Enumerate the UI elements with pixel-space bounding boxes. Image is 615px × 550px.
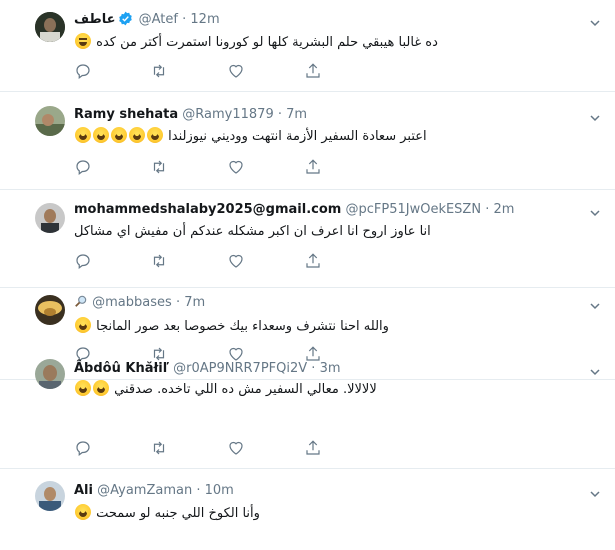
reply-icon[interactable] — [74, 62, 92, 80]
avatar[interactable] — [35, 481, 65, 511]
separator: · — [277, 107, 283, 122]
retweet-icon[interactable] — [150, 62, 168, 80]
tweet-header: عاطف @Atef · 12m — [74, 10, 220, 30]
retweet-icon[interactable] — [150, 439, 168, 457]
user-handle[interactable]: @mabbases — [92, 295, 172, 310]
retweet-icon[interactable] — [150, 158, 168, 176]
reply-icon[interactable] — [74, 158, 92, 176]
tweet[interactable]: عاطف @Atef · 12m ده غالبا هيبقي حلم البش… — [0, 0, 615, 92]
tweet-text: وأنا الكوخ اللي جنبه لو سمحت — [74, 504, 602, 523]
chevron-down-icon[interactable] — [589, 485, 601, 498]
grin-icon — [75, 380, 91, 396]
grin-icon — [93, 127, 109, 143]
user-name[interactable]: Âbdôû Khăłiľ — [74, 361, 169, 376]
tweet-text-content: اعتبر سعادة السفير الأزمة انتهت ووديني ن… — [168, 129, 427, 144]
grin-icon — [129, 127, 145, 143]
tweet-header: @mabbases · 7m — [74, 293, 205, 313]
tweet-header: Ali @AyamZaman · 10m — [74, 481, 234, 501]
chevron-down-icon[interactable] — [589, 109, 601, 122]
timestamp[interactable]: 7m — [184, 295, 205, 310]
joy-icon — [75, 33, 91, 49]
like-icon[interactable] — [227, 252, 245, 270]
reply-icon[interactable] — [74, 252, 92, 270]
tweet-text: اعتبر سعادة السفير الأزمة انتهت ووديني ن… — [74, 127, 602, 146]
timestamp[interactable]: 2m — [494, 202, 515, 217]
grin-icon — [75, 127, 91, 143]
user-name[interactable]: عاطف — [74, 12, 116, 27]
tweet-text: والله احنا نتشرف وسعداء بيك خصوصا بعد صو… — [74, 317, 602, 336]
tweet-text: انا عاوز اروح انا اعرف ان اكبر مشكله عند… — [74, 223, 602, 241]
timestamp[interactable]: 3m — [320, 361, 341, 376]
avatar[interactable] — [35, 295, 65, 325]
verified-badge-icon — [118, 11, 133, 33]
separator: · — [182, 12, 187, 27]
separator: · — [311, 361, 316, 376]
like-icon[interactable] — [227, 158, 245, 176]
retweet-icon[interactable] — [150, 252, 168, 270]
user-handle[interactable]: @AyamZaman — [97, 483, 192, 498]
grin-icon — [111, 127, 127, 143]
timestamp[interactable]: 7m — [286, 107, 307, 122]
separator: · — [175, 295, 181, 310]
tweet-text-content: لالالالا. معالي السفير مش ده اللي تاخده.… — [114, 382, 377, 397]
tweet[interactable]: Âbdôû Khăłiľ @r0AP9NRR7PFQi2V · 3m لالال… — [0, 354, 615, 464]
tweet-text-content: ده غالبا هيبقي حلم البشرية كلها لو كورون… — [96, 35, 438, 50]
avatar[interactable] — [35, 106, 65, 136]
tweet-header: mohammedshalaby2025@gmail.com @pcFP51JwO… — [74, 200, 514, 220]
tweet[interactable]: @mabbases · 7m والله احنا نتشرف وسعداء ب… — [0, 288, 615, 362]
chevron-down-icon[interactable] — [589, 297, 601, 310]
timestamp[interactable]: 10m — [205, 483, 234, 498]
tweet-text-content: انا عاوز اروح انا اعرف ان اكبر مشكله عند… — [74, 224, 431, 239]
user-handle[interactable]: @pcFP51JwOekESZN — [345, 202, 481, 217]
share-icon[interactable] — [304, 158, 322, 176]
share-icon[interactable] — [304, 62, 322, 80]
tweet[interactable]: Ramy shehata @Ramy11879 · 7m اعتبر سعادة… — [0, 92, 615, 190]
tweet-text: ده غالبا هيبقي حلم البشرية كلها لو كورون… — [74, 33, 602, 52]
reply-icon[interactable] — [74, 439, 92, 457]
avatar[interactable] — [35, 12, 65, 42]
user-name[interactable]: Ramy shehata — [74, 107, 178, 122]
like-icon[interactable] — [227, 439, 245, 457]
tweet[interactable]: mohammedshalaby2025@gmail.com @pcFP51JwO… — [0, 190, 615, 288]
tweet[interactable]: Ali @AyamZaman · 10m وأنا الكوخ اللي جنب… — [0, 469, 615, 550]
tweet-header: Âbdôû Khăłiľ @r0AP9NRR7PFQi2V · 3m — [74, 359, 341, 379]
chevron-down-icon[interactable] — [589, 204, 601, 217]
share-icon[interactable] — [304, 252, 322, 270]
user-name[interactable]: Ali — [74, 483, 93, 498]
grin-icon — [93, 380, 109, 396]
user-handle[interactable]: @Atef — [139, 12, 178, 27]
magnifier-icon[interactable] — [74, 295, 88, 310]
user-handle[interactable]: @Ramy11879 — [182, 107, 273, 122]
tweet-header: Ramy shehata @Ramy11879 · 7m — [74, 105, 307, 125]
separator: · — [485, 202, 490, 217]
grin-icon — [75, 317, 91, 333]
share-icon[interactable] — [304, 439, 322, 457]
avatar[interactable] — [35, 203, 65, 233]
user-name[interactable]: mohammedshalaby2025@gmail.com — [74, 202, 341, 217]
like-icon[interactable] — [227, 62, 245, 80]
grin-icon — [147, 127, 163, 143]
tweet-text-content: وأنا الكوخ اللي جنبه لو سمحت — [96, 506, 260, 521]
smile-icon — [75, 504, 91, 520]
separator: · — [196, 483, 201, 498]
tweet-text-content: والله احنا نتشرف وسعداء بيك خصوصا بعد صو… — [96, 319, 389, 334]
chevron-down-icon[interactable] — [589, 14, 601, 27]
chevron-down-icon[interactable] — [589, 363, 601, 376]
timestamp[interactable]: 12m — [190, 12, 219, 27]
tweet-text: لالالالا. معالي السفير مش ده اللي تاخده.… — [74, 380, 602, 399]
user-handle[interactable]: @r0AP9NRR7PFQi2V — [173, 361, 307, 376]
